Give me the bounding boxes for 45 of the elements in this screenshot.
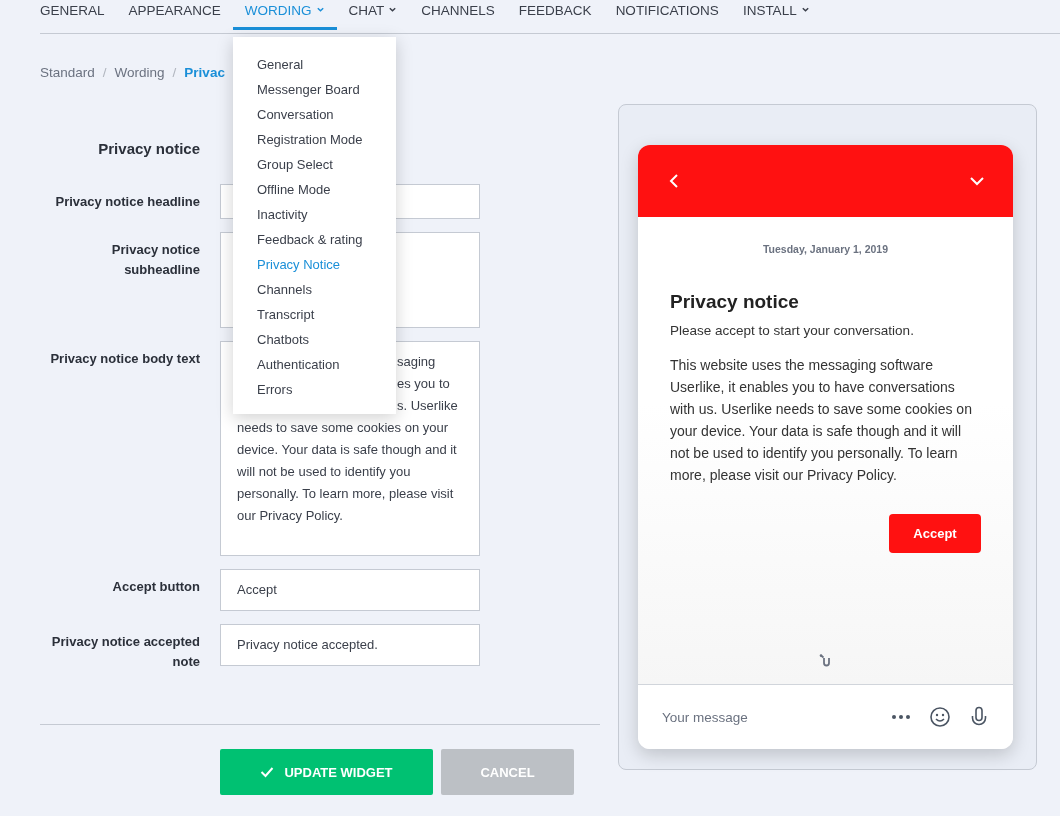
menu-item[interactable]: Feedback & rating (233, 227, 396, 252)
nav-tab[interactable]: APPEARANCE (116, 0, 233, 30)
menu-item[interactable]: Offline Mode (233, 177, 396, 202)
check-icon (260, 766, 275, 778)
menu-item[interactable]: Errors (233, 377, 396, 402)
notice-text: This website uses the messaging software Userlike, it enables you to have conversations with us. Userlike needs to save some cookies on your device. Your data is safe though and it will not be used to identify you personally. To learn more, please visit our Privacy Policy. (670, 356, 973, 485)
logo-icon (818, 654, 833, 668)
date-label: Tuesday, January 1, 2019 (761, 243, 890, 255)
field-label: Accept button (111, 578, 200, 596)
nav-tab[interactable]: NOTIFICATIONS (603, 0, 731, 30)
menu-item[interactable]: Registration Mode (233, 127, 396, 152)
menu-item[interactable]: Inactivity (233, 202, 396, 227)
input-field[interactable]: Accept (220, 569, 480, 611)
accept-button[interactable]: Accept (889, 514, 981, 553)
nav-tab[interactable]: FEEDBACK (506, 0, 604, 30)
menu-item[interactable]: Channels (233, 277, 396, 302)
field-label: Privacy notice body text (49, 350, 200, 368)
menu-item[interactable]: Privacy Notice (233, 252, 396, 277)
menu-item[interactable]: Group Select (233, 152, 396, 177)
more-icon[interactable] (891, 714, 911, 720)
nav-tab[interactable]: INSTALL (730, 0, 822, 30)
notice-subtitle: Please accept to start your conversation. (670, 323, 915, 338)
menu-item[interactable]: General (233, 52, 396, 77)
input-field[interactable]: Privacy notice accepted. (220, 624, 480, 666)
nav-tab[interactable]: CHAT (336, 0, 410, 30)
nav-tab[interactable]: GENERAL (28, 0, 117, 30)
menu-item[interactable]: Messenger Board (233, 77, 396, 102)
menu-item[interactable]: Conversation (233, 102, 396, 127)
menu-item[interactable]: Transcript (233, 302, 396, 327)
menu-item[interactable]: Authentication (233, 352, 396, 377)
back-icon[interactable] (668, 173, 680, 189)
microphone-icon[interactable] (969, 706, 989, 728)
message-field[interactable]: Your message (662, 709, 873, 725)
emoji-icon[interactable] (929, 706, 951, 728)
field-label: Privacy notice subheadline (110, 241, 200, 279)
breadcrumb-link[interactable]: Standard (40, 65, 95, 80)
breadcrumb-separator: / (102, 65, 107, 80)
field-label: Privacy notice accepted note (50, 633, 200, 671)
breadcrumb-link[interactable]: Wording (114, 65, 165, 80)
notice-title: Privacy notice (670, 291, 800, 313)
field-label: Privacy notice headline (54, 193, 200, 211)
nav-tab[interactable]: CHANNELS (409, 0, 507, 30)
chevron-down-icon[interactable] (969, 176, 985, 186)
breadcrumb-separator: / (172, 65, 177, 80)
section-title: Privacy notice (97, 140, 200, 157)
